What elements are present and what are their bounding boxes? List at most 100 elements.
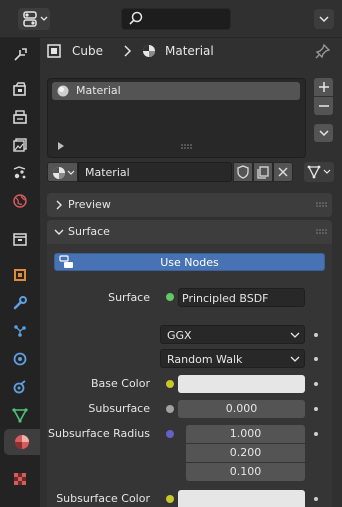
output-icon bbox=[13, 110, 27, 124]
subsurface-method-value: Random Walk bbox=[167, 353, 243, 366]
float-socket-icon bbox=[166, 405, 174, 413]
socket-dot-icon bbox=[314, 333, 318, 337]
editor-type-button[interactable] bbox=[18, 8, 50, 30]
tab-texture[interactable] bbox=[6, 466, 34, 492]
world-icon bbox=[13, 194, 27, 208]
tab-world[interactable] bbox=[6, 188, 34, 214]
chevron-down-icon bbox=[290, 356, 300, 362]
mesh-data-icon bbox=[307, 165, 331, 179]
scene-icon bbox=[13, 166, 26, 179]
tab-collection[interactable] bbox=[6, 226, 34, 252]
subsurface-radius-y[interactable]: 0.200 bbox=[186, 444, 305, 462]
color-socket-icon bbox=[166, 380, 174, 388]
minus-icon bbox=[318, 105, 329, 107]
close-icon bbox=[278, 167, 288, 177]
breadcrumb-material: Material bbox=[164, 44, 214, 58]
tab-render[interactable] bbox=[6, 76, 34, 102]
material-browse-icon bbox=[53, 167, 75, 179]
shield-icon bbox=[237, 165, 249, 179]
material-name-field[interactable]: Material bbox=[78, 162, 232, 182]
particles-icon bbox=[14, 325, 26, 337]
properties-editor-icon bbox=[23, 11, 48, 27]
subsurface-radius-x[interactable]: 1.000 bbox=[186, 425, 305, 443]
browse-material-button[interactable] bbox=[47, 162, 78, 182]
surface-shader-value: Principled BSDF bbox=[182, 292, 269, 305]
tab-output[interactable] bbox=[6, 104, 34, 130]
surface-shader-field[interactable]: Principled BSDF bbox=[178, 288, 305, 307]
subsurface-radius-z[interactable]: 0.100 bbox=[186, 463, 305, 481]
grip-icon bbox=[316, 202, 327, 207]
distribution-dropdown[interactable]: GGX bbox=[160, 325, 305, 344]
tab-tool[interactable] bbox=[6, 42, 34, 68]
pin-icon bbox=[315, 43, 331, 59]
chevron-down-icon bbox=[319, 16, 329, 23]
base-color-label: Base Color bbox=[90, 377, 150, 390]
subsurface-label: Subsurface bbox=[88, 402, 150, 415]
properties-tab-bar bbox=[0, 38, 40, 507]
shader-socket-icon bbox=[166, 293, 174, 301]
plus-icon bbox=[318, 82, 329, 92]
fake-user-button[interactable] bbox=[233, 162, 253, 182]
socket-dot-icon bbox=[314, 432, 318, 436]
tab-material[interactable] bbox=[4, 429, 40, 455]
collection-icon bbox=[13, 233, 27, 246]
tab-data[interactable] bbox=[6, 402, 34, 428]
chevron-down-icon bbox=[318, 130, 329, 137]
subsurface-field[interactable]: 0.000 bbox=[178, 400, 305, 418]
base-color-swatch[interactable] bbox=[178, 375, 305, 393]
material-icon bbox=[15, 435, 29, 449]
tab-physics[interactable] bbox=[6, 346, 34, 372]
add-slot-button[interactable] bbox=[314, 78, 333, 96]
remove-slot-button[interactable] bbox=[314, 97, 333, 115]
socket-dot-icon bbox=[314, 357, 318, 361]
object-icon bbox=[14, 269, 26, 281]
object-icon bbox=[47, 44, 61, 58]
tab-modifiers[interactable] bbox=[6, 290, 34, 316]
wrench-icon bbox=[13, 296, 27, 310]
material-preview-icon bbox=[57, 85, 69, 97]
tab-scene[interactable] bbox=[6, 160, 34, 186]
subsurface-color-label: Subsurface Color bbox=[56, 492, 150, 505]
tab-particles[interactable] bbox=[6, 318, 34, 344]
grip-icon bbox=[316, 229, 327, 234]
distribution-value: GGX bbox=[167, 329, 192, 342]
search-input[interactable] bbox=[121, 8, 231, 30]
duplicate-icon bbox=[257, 166, 269, 179]
color-socket-icon bbox=[166, 495, 174, 503]
slot-specials-button[interactable] bbox=[314, 124, 333, 142]
use-nodes-button[interactable]: Use Nodes bbox=[54, 253, 325, 271]
list-resize-handle[interactable] bbox=[180, 143, 192, 151]
tab-object[interactable] bbox=[6, 262, 34, 288]
subsurface-method-dropdown[interactable]: Random Walk bbox=[160, 349, 305, 368]
pin-button[interactable] bbox=[314, 42, 332, 60]
material-name-text: Material bbox=[85, 166, 130, 179]
panel-surface[interactable]: Surface bbox=[47, 220, 332, 244]
tool-icon bbox=[14, 48, 27, 61]
list-expand-button[interactable] bbox=[56, 141, 66, 151]
view-layer-icon bbox=[13, 138, 27, 152]
texture-icon bbox=[14, 473, 26, 485]
chevron-down-icon bbox=[290, 332, 300, 338]
properties-header bbox=[0, 0, 342, 38]
socket-dot-icon bbox=[314, 382, 318, 386]
options-dropdown-button[interactable] bbox=[314, 9, 334, 29]
subsurface-radius-label: Subsurface Radius bbox=[48, 427, 150, 440]
material-icon bbox=[142, 45, 155, 57]
subsurface-color-swatch[interactable] bbox=[178, 490, 305, 507]
breadcrumb-object: Cube bbox=[72, 44, 103, 58]
duplicate-material-button[interactable] bbox=[253, 162, 273, 182]
tab-view-layer[interactable] bbox=[6, 132, 34, 158]
breadcrumb: Cube Material bbox=[46, 42, 306, 60]
surface-label: Surface bbox=[108, 291, 150, 304]
socket-dot-icon bbox=[314, 407, 318, 411]
mesh-data-icon bbox=[12, 408, 28, 423]
panel-preview-title: Preview bbox=[68, 198, 111, 211]
panel-preview[interactable]: Preview bbox=[47, 193, 332, 217]
physics-icon bbox=[13, 352, 27, 366]
unlink-material-button[interactable] bbox=[273, 162, 293, 182]
tab-constraints[interactable] bbox=[6, 374, 34, 400]
material-slot-item[interactable]: Material bbox=[52, 82, 300, 100]
link-target-dropdown[interactable] bbox=[304, 162, 334, 182]
use-nodes-label: Use Nodes bbox=[160, 256, 219, 269]
chevron-down-icon bbox=[54, 229, 64, 235]
